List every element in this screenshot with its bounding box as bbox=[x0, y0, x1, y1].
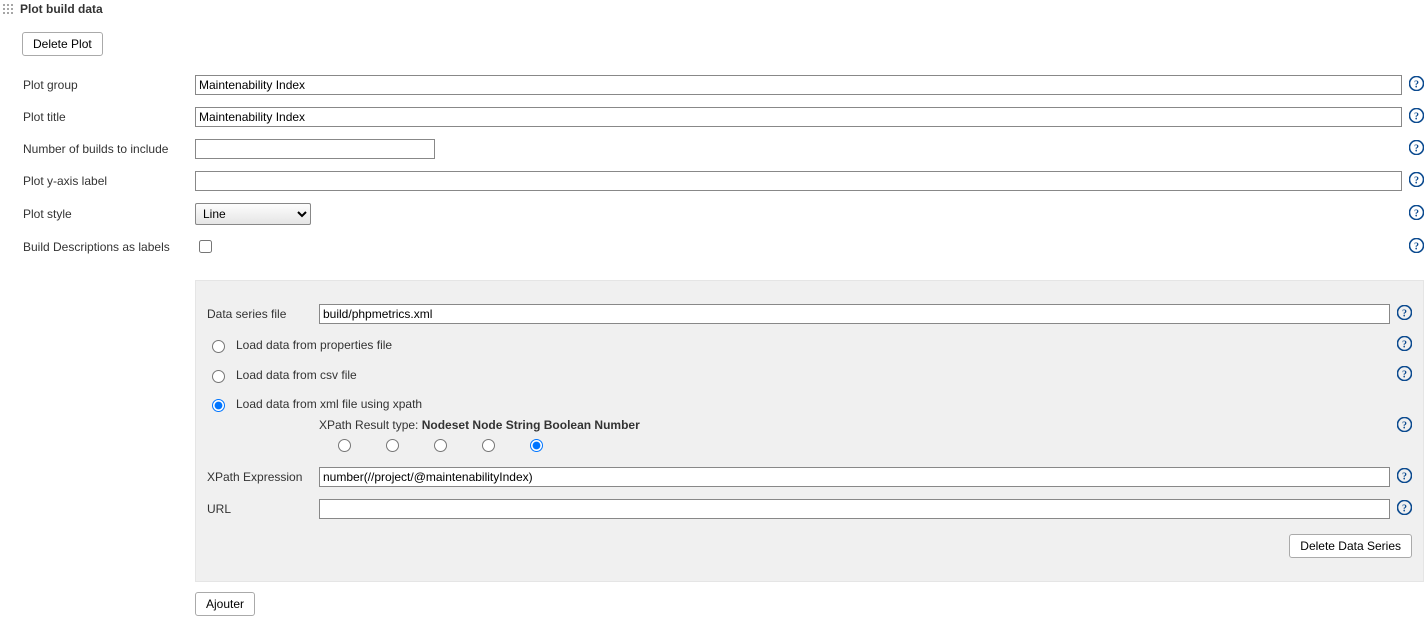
svg-text:?: ? bbox=[1414, 209, 1419, 220]
help-icon[interactable]: ? bbox=[1409, 108, 1424, 123]
svg-text:?: ? bbox=[1402, 309, 1407, 320]
help-icon[interactable]: ? bbox=[1397, 468, 1412, 483]
plot-style-label: Plot style bbox=[23, 207, 72, 221]
xpath-expression-label: XPath Expression bbox=[207, 470, 302, 484]
help-icon[interactable]: ? bbox=[1397, 366, 1412, 381]
url-input[interactable] bbox=[319, 499, 1390, 519]
build-desc-label: Build Descriptions as labels bbox=[23, 240, 170, 254]
y-axis-label: Plot y-axis label bbox=[23, 174, 107, 188]
svg-text:?: ? bbox=[1414, 112, 1419, 123]
load-xml-radio[interactable] bbox=[212, 399, 225, 412]
data-series-file-label: Data series file bbox=[207, 307, 286, 321]
ajouter-button[interactable]: Ajouter bbox=[195, 592, 255, 616]
data-series-file-input[interactable] bbox=[319, 304, 1390, 324]
plot-group-label: Plot group bbox=[23, 78, 78, 92]
svg-text:?: ? bbox=[1414, 241, 1419, 252]
xpath-type-radio-nodeset[interactable] bbox=[338, 439, 351, 452]
num-builds-input[interactable] bbox=[195, 139, 435, 159]
build-desc-checkbox[interactable] bbox=[199, 240, 212, 253]
xpath-type-radio-boolean[interactable] bbox=[482, 439, 495, 452]
help-icon[interactable]: ? bbox=[1409, 76, 1424, 91]
svg-text:?: ? bbox=[1414, 176, 1419, 187]
xpath-result-type-options: Nodeset Node String Boolean Number bbox=[422, 418, 640, 432]
svg-text:?: ? bbox=[1402, 420, 1407, 431]
help-icon[interactable]: ? bbox=[1409, 140, 1424, 155]
plot-group-input[interactable] bbox=[195, 75, 1402, 95]
svg-text:?: ? bbox=[1414, 144, 1419, 155]
help-icon[interactable]: ? bbox=[1409, 205, 1424, 220]
delete-plot-button[interactable]: Delete Plot bbox=[22, 32, 103, 56]
xpath-type-radio-string[interactable] bbox=[434, 439, 447, 452]
delete-data-series-button[interactable]: Delete Data Series bbox=[1289, 534, 1412, 558]
help-icon[interactable]: ? bbox=[1409, 172, 1424, 187]
svg-text:?: ? bbox=[1402, 340, 1407, 351]
help-icon[interactable]: ? bbox=[1397, 500, 1412, 515]
plot-title-label: Plot title bbox=[23, 110, 66, 124]
help-icon[interactable]: ? bbox=[1409, 238, 1424, 253]
help-icon[interactable]: ? bbox=[1397, 305, 1412, 320]
xpath-type-radio-number[interactable] bbox=[530, 439, 543, 452]
url-label: URL bbox=[207, 502, 231, 516]
plot-title-input[interactable] bbox=[195, 107, 1402, 127]
section-title: Plot build data bbox=[20, 2, 103, 16]
svg-text:?: ? bbox=[1414, 80, 1419, 91]
load-properties-radio[interactable] bbox=[212, 340, 225, 353]
load-csv-label: Load data from csv file bbox=[236, 368, 357, 382]
xpath-result-type-label: XPath Result type: bbox=[319, 418, 418, 432]
plot-style-select[interactable]: Line bbox=[195, 203, 311, 225]
svg-text:?: ? bbox=[1402, 504, 1407, 515]
svg-text:?: ? bbox=[1402, 370, 1407, 381]
help-icon[interactable]: ? bbox=[1397, 417, 1412, 432]
load-properties-label: Load data from properties file bbox=[236, 338, 392, 352]
load-xml-label: Load data from xml file using xpath bbox=[236, 397, 422, 411]
num-builds-label: Number of builds to include bbox=[23, 142, 168, 156]
y-axis-input[interactable] bbox=[195, 171, 1402, 191]
xpath-expression-input[interactable] bbox=[319, 467, 1390, 487]
xpath-type-radio-node[interactable] bbox=[386, 439, 399, 452]
help-icon[interactable]: ? bbox=[1397, 336, 1412, 351]
drag-handle-icon[interactable] bbox=[2, 3, 14, 15]
load-csv-radio[interactable] bbox=[212, 370, 225, 383]
svg-text:?: ? bbox=[1402, 472, 1407, 483]
